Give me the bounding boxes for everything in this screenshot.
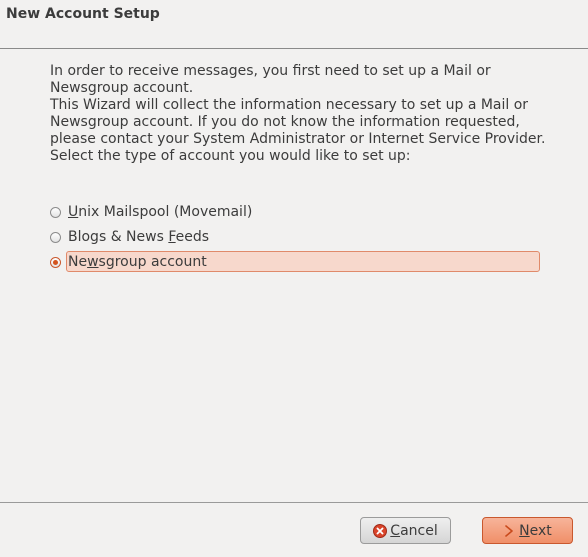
intro-paragraph-2: This Wizard will collect the information…	[50, 97, 546, 147]
option-unix-mailspool[interactable]: Unix Mailspool (Movemail)	[50, 202, 254, 222]
select-prompt: Select the type of account you would lik…	[50, 148, 411, 164]
intro-paragraph-1: In order to receive messages, you first …	[50, 63, 491, 96]
option-label[interactable]: Newsgroup account	[66, 254, 209, 270]
intro-text: In order to receive messages, you first …	[50, 63, 550, 165]
option-label[interactable]: Unix Mailspool (Movemail)	[66, 204, 254, 220]
dialog-title: New Account Setup	[6, 6, 160, 22]
cancel-label: Cancel	[390, 522, 438, 539]
cancel-button[interactable]: Cancel	[360, 517, 451, 544]
next-label: Next	[519, 522, 552, 539]
next-button[interactable]: Next	[482, 517, 573, 544]
option-blogs-news-feeds[interactable]: Blogs & News Feeds	[50, 227, 211, 247]
footer-divider	[0, 502, 588, 503]
chevron-right-icon	[503, 524, 515, 538]
cancel-x-icon	[373, 523, 388, 538]
radio-button[interactable]	[50, 231, 61, 243]
option-label[interactable]: Blogs & News Feeds	[66, 229, 211, 245]
dialog-header: New Account Setup	[0, 0, 588, 49]
radio-button-selected[interactable]	[50, 256, 61, 268]
option-newsgroup-account[interactable]: Newsgroup account	[50, 252, 209, 272]
radio-button[interactable]	[50, 206, 61, 218]
radio-dot	[53, 259, 58, 265]
